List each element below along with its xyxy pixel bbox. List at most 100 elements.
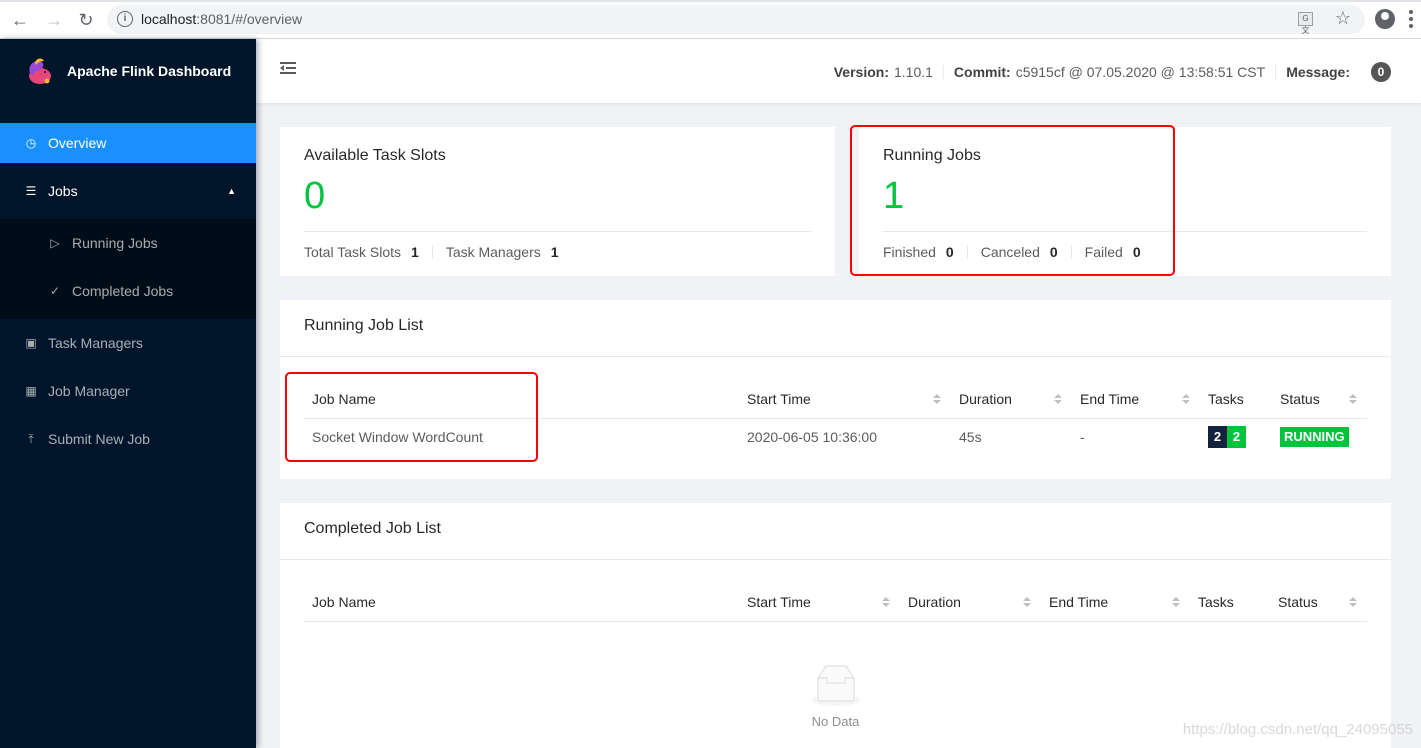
- divider: [966, 245, 968, 259]
- tasks-cell: 2 2: [1200, 418, 1272, 456]
- divider: [942, 65, 944, 79]
- arrow-right-icon: →: [45, 9, 63, 30]
- divider: [1070, 245, 1072, 259]
- sidebar-item-label: Task Managers: [48, 335, 143, 351]
- start-time-cell: 2020-06-05 10:36:00: [747, 429, 877, 446]
- column-header-duration[interactable]: Duration: [900, 584, 1041, 622]
- translate-icon[interactable]: G文: [1298, 12, 1313, 35]
- running-jobs-card: Running Jobs 1 Finished 0 Canceled 0 Fai…: [859, 127, 1391, 276]
- column-header-start-time[interactable]: Start Time: [739, 584, 900, 622]
- task-managers-value: 1: [550, 244, 559, 260]
- app-title: Apache Flink Dashboard: [67, 63, 232, 79]
- sort-icon[interactable]: [1349, 394, 1357, 404]
- play-circle-icon: ▷: [50, 236, 60, 250]
- url-text[interactable]: localhost:8081/#/overview: [141, 11, 302, 27]
- card-title: Running Jobs: [883, 147, 981, 164]
- arrow-left-icon: ←: [11, 9, 29, 30]
- empty-inbox-icon: [810, 664, 862, 708]
- table-row[interactable]: Socket Window WordCount 2020-06-05 10:36…: [304, 418, 1367, 456]
- message-count-badge[interactable]: 0: [1371, 62, 1391, 82]
- sort-icon[interactable]: [1182, 394, 1190, 404]
- job-name-cell[interactable]: Socket Window WordCount: [304, 418, 739, 456]
- column-header-start-time[interactable]: Start Time: [739, 381, 951, 419]
- running-jobs-table: Job Name Start Time Duration End Time Ta…: [304, 381, 1367, 456]
- card-title: Running Job List: [280, 300, 1391, 357]
- bookmark-star-icon[interactable]: ☆: [1335, 8, 1351, 29]
- completed-jobs-table: Job Name Start Time Duration End Time Ta…: [304, 584, 1367, 622]
- divider: [883, 231, 1367, 232]
- tab-strip-edge: [0, 0, 1421, 2]
- menu-fold-icon[interactable]: [280, 61, 298, 77]
- info-icon[interactable]: i: [117, 11, 133, 27]
- sidebar-item-overview[interactable]: ◷ Overview: [0, 123, 256, 163]
- sidebar-item-submit-new-job[interactable]: ⤒ Submit New Job: [0, 419, 256, 459]
- card-footer: Total Task Slots 1 Task Managers 1: [304, 244, 811, 260]
- failed-value: 0: [1132, 244, 1141, 260]
- reload-button[interactable]: ↻: [74, 8, 98, 32]
- chevron-up-icon: ▲: [227, 186, 236, 196]
- divider: [431, 245, 433, 259]
- watermark: https://blog.csdn.net/qq_24095055: [1182, 721, 1413, 738]
- version-value: 1.10.1: [893, 64, 933, 80]
- upload-icon: ⤒: [28, 431, 34, 446]
- available-slots-value: 0: [304, 175, 326, 217]
- cluster-info: Version: 1.10.1 Commit: c5915cf @ 07.05.…: [834, 62, 1391, 82]
- sort-icon[interactable]: [1054, 394, 1062, 404]
- back-button[interactable]: ←: [8, 8, 32, 32]
- column-header-end-time[interactable]: End Time: [1041, 584, 1190, 622]
- column-header-end-time[interactable]: End Time: [1072, 381, 1200, 419]
- column-header-status[interactable]: Status: [1270, 584, 1367, 622]
- table-header-row: Job Name Start Time Duration End Time Ta…: [304, 381, 1367, 419]
- sort-icon[interactable]: [1023, 597, 1031, 607]
- running-job-list-card: Running Job List Job Name Start Time Dur…: [280, 300, 1391, 479]
- empty-state: No Data: [304, 622, 1367, 729]
- sidebar-item-running-jobs[interactable]: ▷ Running Jobs: [0, 223, 256, 263]
- canceled-label: Canceled: [980, 244, 1040, 260]
- total-task-slots-label: Total Task Slots: [304, 244, 402, 260]
- divider: [1275, 65, 1277, 79]
- url-path: :8081/#/overview: [196, 11, 303, 27]
- task-status-badges: 2 2: [1208, 426, 1246, 449]
- browser-toolbar: ← → ↻ i localhost:8081/#/overview G文 ☆: [0, 0, 1421, 39]
- reload-icon: ↻: [78, 9, 94, 30]
- commit-value: c5915cf @ 07.05.2020 @ 13:58:51 CST: [1015, 64, 1266, 80]
- browser-menu-icon[interactable]: [1409, 10, 1413, 28]
- sidebar-item-task-managers[interactable]: ▣ Task Managers: [0, 323, 256, 363]
- build-icon: ▦: [25, 384, 37, 398]
- sidebar-item-completed-jobs[interactable]: ✓ Completed Jobs: [0, 271, 256, 311]
- completed-job-list-card: Completed Job List Job Name Start Time D…: [280, 503, 1391, 748]
- sidebar-item-label: Jobs: [48, 183, 78, 199]
- schedule-icon: ▣: [25, 336, 37, 350]
- column-header-duration[interactable]: Duration: [951, 381, 1072, 419]
- profile-avatar-icon[interactable]: [1375, 9, 1395, 29]
- sidebar-item-jobs[interactable]: ☰ Jobs ▲: [0, 171, 256, 211]
- version-label: Version:: [833, 64, 889, 80]
- sidebar-item-label: Overview: [48, 135, 107, 151]
- dashboard-icon: ◷: [25, 136, 37, 150]
- available-task-slots-card: Available Task Slots 0 Total Task Slots …: [280, 127, 835, 276]
- card-title: Completed Job List: [280, 503, 1391, 560]
- card-title: Available Task Slots: [304, 147, 446, 164]
- sort-icon[interactable]: [1349, 597, 1357, 607]
- divider: [304, 231, 811, 232]
- finished-value: 0: [945, 244, 954, 260]
- tasks-total-badge: 2: [1208, 426, 1227, 449]
- forward-button[interactable]: →: [42, 8, 66, 32]
- url-host: localhost: [141, 11, 197, 27]
- sort-icon[interactable]: [882, 597, 890, 607]
- running-jobs-value: 1: [883, 175, 905, 217]
- column-header-status[interactable]: Status: [1272, 381, 1367, 419]
- sort-icon[interactable]: [1172, 597, 1180, 607]
- sort-icon[interactable]: [933, 394, 941, 404]
- sidebar-item-job-manager[interactable]: ▦ Job Manager: [0, 371, 256, 411]
- check-circle-icon: ✓: [49, 284, 61, 298]
- address-bar[interactable]: i localhost:8081/#/overview G文 ☆: [107, 5, 1365, 35]
- failed-label: Failed: [1084, 244, 1123, 260]
- end-time-cell: -: [1080, 429, 1085, 446]
- list-icon: ☰: [25, 184, 37, 198]
- logo[interactable]: Apache Flink Dashboard: [0, 39, 256, 103]
- status-badge: RUNNING: [1280, 427, 1349, 448]
- column-header-job-name: Job Name: [304, 584, 739, 622]
- tasks-running-badge: 2: [1227, 426, 1246, 449]
- finished-label: Finished: [883, 244, 936, 260]
